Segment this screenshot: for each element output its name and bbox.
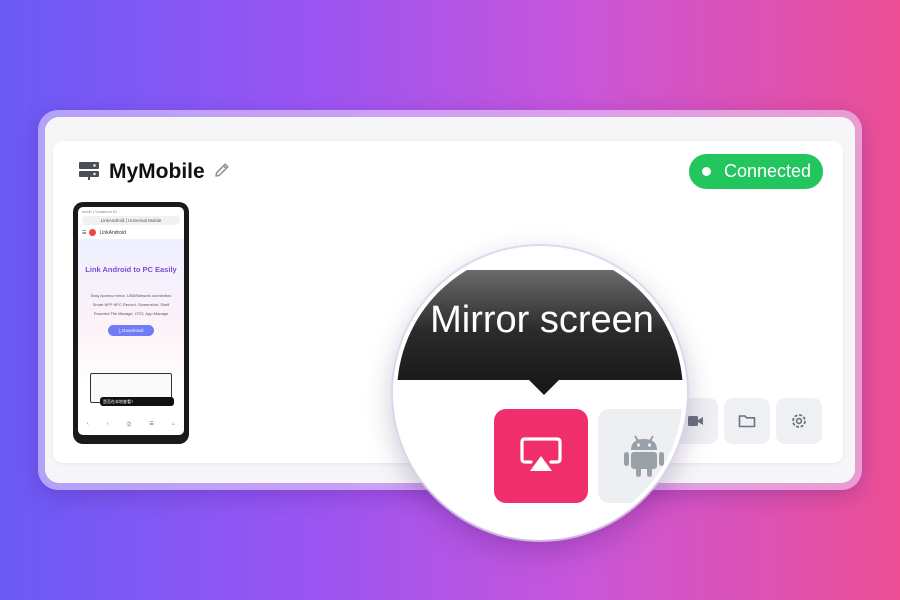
connection-status-badge: Connected (689, 154, 823, 189)
folder-icon (738, 415, 756, 428)
status-dot-icon (702, 167, 711, 176)
back-icon: ‹ (87, 421, 89, 427)
phone-hero-title: Link Android to PC Easily (85, 265, 177, 274)
pencil-icon[interactable] (213, 161, 231, 179)
phone-download-button: ⤓ Download (108, 325, 154, 336)
android-button[interactable] (598, 409, 683, 503)
phone-site-header: ☰ LinkAndroid (78, 226, 184, 239)
menu-icon: ☰ (149, 421, 154, 427)
phone-screen-preview[interactable]: Inkdir | Vodafone ID LinkAndroid | Unive… (73, 202, 189, 444)
phone-status-bar: Inkdir | Vodafone ID (82, 209, 118, 214)
mirror-screen-button[interactable] (494, 409, 588, 503)
phone-hero-line: Easy Access mirror, USB/Network connecti… (90, 293, 172, 298)
phone-hero-line: Smart NFP NFC Record, Screenshot, Shell (92, 302, 170, 307)
magnifier-callout: Mirror screen (393, 246, 687, 540)
gear-icon (792, 414, 806, 428)
server-icon (79, 162, 99, 180)
screen-cast-icon (520, 437, 562, 471)
phone-url-bar: LinkAndroid | Universal Mobile (82, 216, 180, 225)
file-manager-button[interactable] (724, 398, 770, 444)
mirror-screen-tooltip: Mirror screen (397, 270, 683, 380)
android-icon (624, 435, 664, 477)
phone-hero-line: Powerful File Manage, OTG, App Manage (93, 311, 169, 316)
settings-button[interactable] (776, 398, 822, 444)
tooltip-arrow (528, 379, 560, 395)
site-logo-icon (89, 229, 97, 236)
device-name: MyMobile (109, 160, 205, 183)
menu-icon: ☰ (82, 229, 87, 236)
tabs-icon: ⓶ (126, 421, 132, 428)
site-name: LinkAndroid (99, 229, 126, 236)
phone-screen: Inkdir | Vodafone ID LinkAndroid | Unive… (78, 207, 184, 435)
home-icon: ⌂ (171, 421, 175, 427)
status-label: Connected (724, 161, 812, 181)
video-icon (688, 416, 703, 426)
phone-nav-bar: ‹ › ⓶ ☰ ⌂ (78, 415, 184, 433)
forward-icon: › (106, 421, 109, 427)
phone-toast: 是否在本地查看? (100, 397, 174, 406)
